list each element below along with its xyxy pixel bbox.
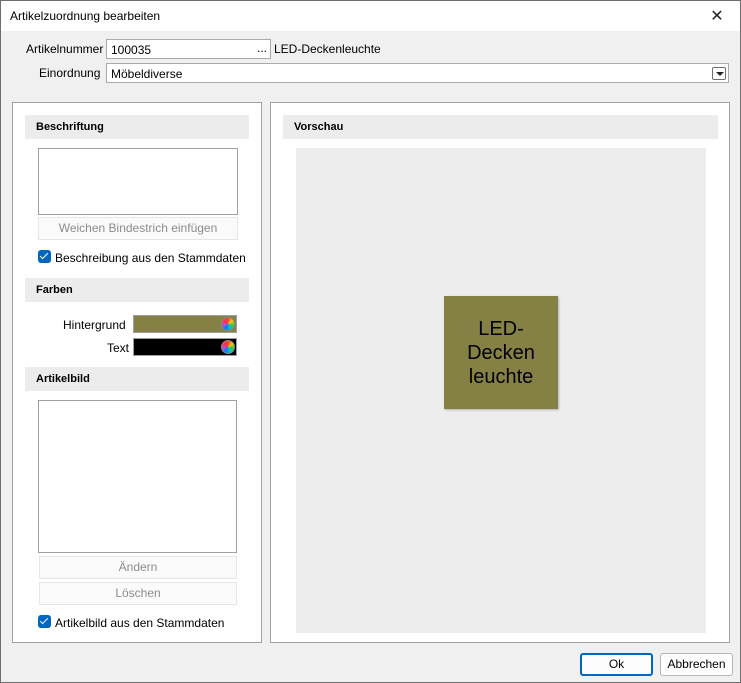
vorschau-header: Vorschau [283,115,718,139]
preview-tile: LED- Decken leuchte [444,296,558,409]
einordnung-label: Einordnung [39,66,101,80]
title-bar: Artikelzuordnung bearbeiten ✕ [1,1,740,31]
window-title: Artikelzuordnung bearbeiten [10,9,161,23]
chevron-down-icon[interactable] [712,67,726,80]
farben-header: Farben [25,278,249,302]
artikelnummer-value: 100035 [111,43,152,57]
beschreibung-checkbox-label: Beschreibung aus den Stammdaten [55,251,246,265]
artikelbild-image [38,400,237,553]
dialog-window: Artikelzuordnung bearbeiten ✕ Artikelnum… [0,0,741,683]
color-wheel-icon[interactable] [221,340,235,354]
beschriftung-header: Beschriftung [25,115,249,139]
cancel-button[interactable]: Abbrechen [660,653,733,676]
background-color-picker[interactable] [133,315,237,333]
browse-button[interactable]: ... [257,41,267,55]
artikelnummer-input[interactable]: 100035 [106,39,271,59]
text-color-picker[interactable] [133,338,237,356]
insert-hyphen-button[interactable]: Weichen Bindestrich einfügen [38,217,238,240]
artikelbild-header: Artikelbild [25,367,249,391]
color-wheel-icon[interactable] [221,317,235,331]
beschriftung-textarea[interactable] [38,148,238,215]
close-icon[interactable]: ✕ [694,1,740,31]
ok-button[interactable]: Ok [580,653,653,676]
article-description: LED-Deckenleuchte [274,42,381,56]
einordnung-value: Möbeldiverse [111,67,183,81]
hintergrund-label: Hintergrund [63,318,126,332]
artikelnummer-label: Artikelnummer [26,42,104,56]
delete-image-button[interactable]: Löschen [39,582,237,605]
change-image-button[interactable]: Ändern [39,556,237,579]
einordnung-select[interactable]: Möbeldiverse [106,63,729,83]
artikelbild-checkbox-label: Artikelbild aus den Stammdaten [55,616,225,630]
text-color-label: Text [107,341,130,355]
artikelbild-checkbox[interactable] [38,615,51,628]
beschreibung-checkbox[interactable] [38,250,51,263]
